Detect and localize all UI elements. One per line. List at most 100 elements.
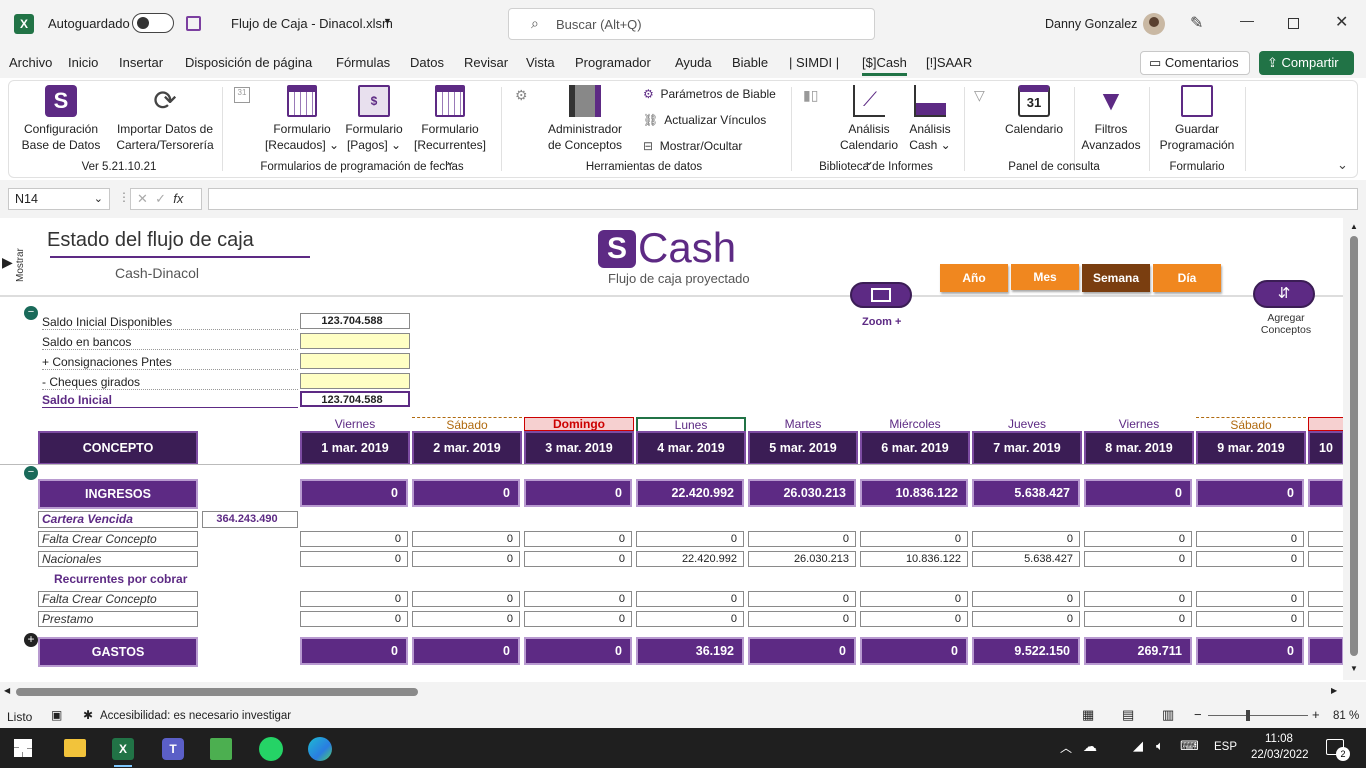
zoom-in-icon[interactable]: + (1312, 707, 1320, 722)
scroll-right-icon[interactable]: ▶ (1331, 686, 1337, 695)
total-cell[interactable]: 0 (412, 637, 520, 665)
value-cell[interactable]: 0 (636, 531, 744, 547)
total-cell[interactable]: 22.420.992 (636, 479, 744, 507)
edge-icon[interactable] (308, 737, 332, 761)
zoom-slider-thumb[interactable] (1246, 710, 1250, 721)
horizontal-scrollbar[interactable]: ◀ ▶ (0, 682, 1366, 702)
total-cell[interactable]: 5.638.427 (972, 479, 1080, 507)
value-cell[interactable] (1308, 611, 1343, 627)
scroll-left-icon[interactable]: ◀ (4, 686, 10, 695)
analysis-calendar-button[interactable]: ⟋ Análisis Calendario ⌄ (835, 85, 903, 169)
value-cell[interactable]: 0 (412, 611, 520, 627)
page-layout-icon[interactable]: ▤ (1122, 707, 1134, 723)
value-cell[interactable]: 0 (300, 551, 408, 567)
total-cell[interactable]: 0 (860, 637, 968, 665)
summary-value[interactable] (300, 333, 410, 349)
value-cell[interactable]: 0 (1196, 551, 1304, 567)
file-explorer-icon[interactable] (64, 739, 86, 757)
value-cell[interactable] (1308, 551, 1343, 567)
expand-icon[interactable]: + (24, 633, 38, 647)
scroll-thumb[interactable] (16, 688, 418, 696)
value-cell[interactable]: 26.030.213 (748, 551, 856, 567)
minimize-icon[interactable]: — (1240, 12, 1254, 28)
keyboard-icon[interactable]: ⌨ (1180, 738, 1199, 754)
name-box[interactable]: N14 ⌄ (8, 188, 110, 210)
tab-cash[interactable]: [$]Cash (862, 55, 907, 76)
tab-simdi[interactable]: | SIMDI | (789, 55, 839, 70)
formula-input[interactable] (208, 188, 1358, 210)
chevron-down-icon[interactable]: ▼ (383, 16, 392, 26)
value-cell[interactable]: 0 (1196, 531, 1304, 547)
avatar[interactable] (1143, 13, 1165, 35)
cloud-icon[interactable]: ☁ (1083, 738, 1097, 755)
normal-view-icon[interactable]: ▦ (1082, 707, 1094, 723)
chevron-down-icon[interactable]: ⌄ (1337, 157, 1348, 173)
total-cell[interactable]: 0 (524, 479, 632, 507)
value-cell[interactable]: 0 (524, 611, 632, 627)
show-hide-button[interactable]: ⊟ Mostrar/Ocultar (643, 139, 742, 153)
close-icon[interactable]: ✕ (1335, 12, 1348, 32)
scroll-thumb[interactable] (1350, 236, 1358, 656)
value-cell[interactable] (1308, 531, 1343, 547)
value-cell[interactable]: 0 (412, 591, 520, 607)
tab-vista[interactable]: Vista (526, 55, 555, 70)
collapse-icon[interactable]: − (24, 466, 38, 480)
total-cell[interactable]: 0 (300, 637, 408, 665)
tab-ayuda[interactable]: Ayuda (675, 55, 712, 70)
value-cell[interactable]: 0 (524, 591, 632, 607)
calendar-button[interactable]: 31 Calendario (999, 85, 1069, 137)
total-cell[interactable]: 269.711 (1084, 637, 1192, 665)
file-name[interactable]: Flujo de Caja - Dinacol.xlsm (231, 16, 393, 31)
value-cell[interactable]: 0 (1084, 611, 1192, 627)
value-cell[interactable]: 0 (748, 611, 856, 627)
value-cell[interactable]: 0 (972, 531, 1080, 547)
update-links-button[interactable]: ⛓ Actualizar Vínculos (643, 113, 766, 127)
zoom-out-icon[interactable]: − (1194, 707, 1202, 722)
tab-programador[interactable]: Programador (575, 55, 651, 70)
summary-value[interactable] (300, 353, 410, 369)
total-cell[interactable]: 0 (1196, 637, 1304, 665)
save-programming-button[interactable]: Guardar Programación (1153, 85, 1241, 153)
value-cell[interactable]: 0 (300, 591, 408, 607)
tab-biable[interactable]: Biable (732, 55, 768, 70)
value-cell[interactable]: 0 (636, 611, 744, 627)
total-cell[interactable]: 0 (412, 479, 520, 507)
param-biable-button[interactable]: ⚙ Parámetros de Biable (643, 87, 776, 101)
value-cell[interactable]: 0 (1196, 611, 1304, 627)
total-cell[interactable]: 0 (1084, 479, 1192, 507)
tab-datos[interactable]: Datos (410, 55, 444, 70)
concept-label[interactable]: Falta Crear Concepto (38, 531, 198, 547)
tab-inicio[interactable]: Inicio (68, 55, 98, 70)
tab-formulas[interactable]: Fórmulas (336, 55, 390, 70)
value-cell[interactable]: 0 (1084, 591, 1192, 607)
summary-value[interactable] (300, 373, 410, 389)
accessibility-icon[interactable]: ✱ (83, 708, 93, 722)
value-cell[interactable]: 0 (524, 531, 632, 547)
total-cell[interactable]: 26.030.213 (748, 479, 856, 507)
tab-saar[interactable]: [!]SAAR (926, 55, 972, 70)
form-recurrentes-button[interactable]: Formulario [Recurrentes] ⌄ (408, 85, 492, 169)
clock-time[interactable]: 11:08 (1265, 733, 1293, 745)
total-cell[interactable]: 10.836.122 (860, 479, 968, 507)
value-cell[interactable] (1308, 591, 1343, 607)
summary-value[interactable]: 123.704.588 (300, 391, 410, 407)
page-break-icon[interactable]: ▥ (1162, 707, 1174, 723)
maximize-icon[interactable] (1288, 18, 1299, 29)
tab-insertar[interactable]: Insertar (119, 55, 163, 70)
period-week-button[interactable]: Semana (1082, 264, 1150, 292)
comments-button[interactable]: ▭ Comentarios (1140, 51, 1250, 75)
total-cell[interactable]: 0 (1196, 479, 1304, 507)
whatsapp-icon[interactable] (259, 737, 283, 761)
language-label[interactable]: ESP (1214, 741, 1237, 753)
admin-concepts-button[interactable]: Administrador de Conceptos (540, 85, 630, 153)
collapse-icon[interactable]: − (24, 306, 38, 320)
value-cell[interactable]: 10.836.122 (860, 551, 968, 567)
value-cell[interactable]: 0 (972, 611, 1080, 627)
concept-label[interactable]: Prestamo (38, 611, 198, 627)
total-cell[interactable]: 0 (524, 637, 632, 665)
form-recaudos-button[interactable]: Formulario [Recaudos] ⌄ (264, 85, 340, 153)
value-cell[interactable]: 0 (748, 531, 856, 547)
value-cell[interactable]: 0 (300, 611, 408, 627)
import-data-button[interactable]: ⟳ Importar Datos de Cartera/Tersorería (113, 85, 217, 153)
tab-disposicion[interactable]: Disposición de página (185, 55, 312, 70)
